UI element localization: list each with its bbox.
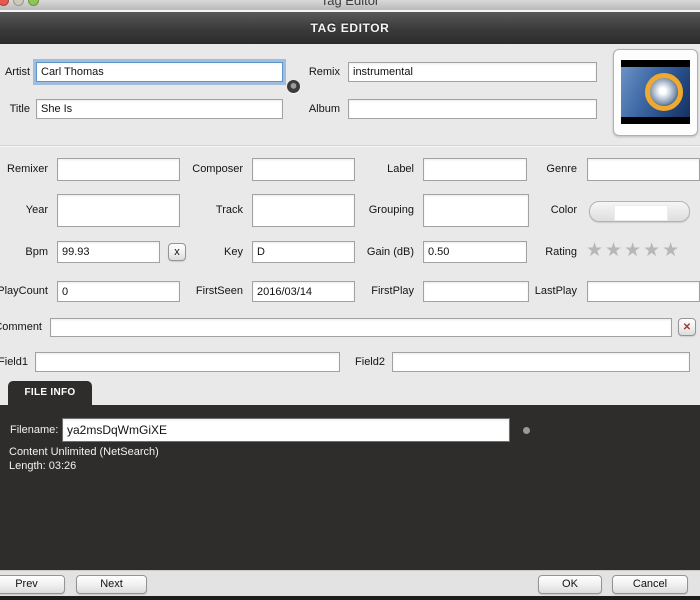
- artist-label: Artist: [0, 66, 30, 78]
- record-dot-button[interactable]: [287, 80, 300, 93]
- grouping-label: Grouping: [304, 204, 414, 216]
- composer-label: Composer: [133, 163, 243, 175]
- album-art-background: [621, 67, 690, 117]
- dialog-title: TAG EDITOR: [0, 21, 700, 35]
- field2-input[interactable]: [392, 352, 690, 372]
- content-source-text: Content Unlimited (NetSearch): [9, 446, 159, 458]
- tab-file-info[interactable]: FILE INFO: [8, 381, 92, 405]
- comment-input[interactable]: [50, 318, 672, 337]
- album-art[interactable]: [613, 49, 698, 136]
- field2-label: Field2: [275, 356, 385, 368]
- remixer-label: Remixer: [0, 163, 48, 175]
- dialog-header: TAG EDITOR: [0, 12, 700, 44]
- background-app-strip: [0, 596, 700, 600]
- playcount-label: PlayCount: [0, 285, 48, 297]
- window-title: Tag Editor: [0, 0, 700, 8]
- next-button[interactable]: Next: [76, 575, 147, 594]
- remix-label: Remix: [230, 66, 340, 78]
- genre-label: Genre: [467, 163, 577, 175]
- tag-editor-dialog: Tag Editor TAG EDITOR Artist Remix Title…: [0, 0, 700, 600]
- lastplay-input[interactable]: [587, 281, 700, 302]
- field1-label: Field1: [0, 356, 28, 368]
- lastplay-label: LastPlay: [467, 285, 577, 297]
- prev-button[interactable]: Prev: [0, 575, 65, 594]
- comment-label: Comment: [0, 321, 42, 333]
- album-input[interactable]: [348, 99, 597, 119]
- remix-input[interactable]: [348, 62, 597, 82]
- color-chip: [614, 205, 668, 221]
- bpm-label: Bpm: [0, 246, 48, 258]
- album-label: Album: [230, 103, 340, 115]
- section-divider-highlight: [0, 146, 700, 147]
- genre-input[interactable]: [587, 158, 700, 181]
- rating-stars[interactable]: ★★★★★: [586, 241, 681, 260]
- color-label: Color: [467, 204, 577, 216]
- ok-button[interactable]: OK: [538, 575, 602, 594]
- cancel-button[interactable]: Cancel: [612, 575, 688, 594]
- window-titlebar: Tag Editor: [0, 0, 700, 10]
- track-length-text: Length: 03:26: [9, 460, 76, 472]
- firstseen-label: FirstSeen: [133, 285, 243, 297]
- label-label: Label: [304, 163, 414, 175]
- clear-x-icon: ✕: [683, 322, 691, 333]
- filename-label: Filename:: [10, 424, 58, 436]
- speaker-ring-graphic: [645, 73, 683, 111]
- color-swatch-button[interactable]: [589, 201, 690, 222]
- firstplay-label: FirstPlay: [304, 285, 414, 297]
- year-label: Year: [0, 204, 48, 216]
- key-label: Key: [133, 246, 243, 258]
- track-label: Track: [133, 204, 243, 216]
- gain-label: Gain (dB): [304, 246, 414, 258]
- filename-input[interactable]: [62, 418, 510, 442]
- comment-clear-button[interactable]: ✕: [678, 318, 696, 336]
- title-label: Title: [0, 103, 30, 115]
- rating-label: Rating: [467, 246, 577, 258]
- filename-status-dot: [523, 427, 530, 434]
- album-art-image: [621, 60, 690, 124]
